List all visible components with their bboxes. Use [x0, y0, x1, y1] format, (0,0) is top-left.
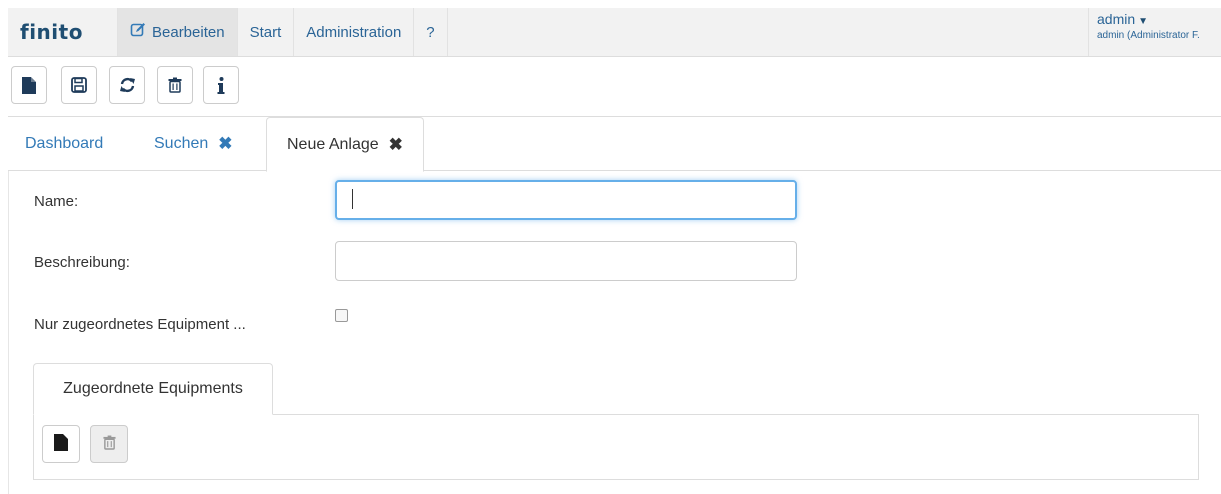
name-label: Name:	[34, 193, 79, 210]
close-icon[interactable]: ✖	[389, 135, 403, 155]
equipment-panel	[33, 414, 1199, 480]
top-navbar: finito Bearbeiten Start Administration ?…	[8, 8, 1221, 57]
content-border	[8, 171, 9, 494]
remove-equipment-button[interactable]	[90, 425, 128, 463]
delete-button[interactable]	[157, 66, 193, 104]
nav-bearbeiten-label: Bearbeiten	[152, 23, 225, 41]
trash-icon	[168, 77, 182, 93]
new-document-icon	[22, 76, 36, 94]
info-button[interactable]	[203, 66, 239, 104]
nav-help[interactable]: ?	[414, 8, 448, 56]
nav-administration-label: Administration	[306, 23, 402, 41]
tab-suchen[interactable]: Suchen ✖	[154, 117, 233, 171]
tab-suchen-label: Suchen	[154, 135, 209, 152]
nav-help-label: ?	[426, 23, 435, 41]
info-icon	[217, 76, 225, 94]
tab-neue-anlage[interactable]: Neue Anlage ✖	[266, 117, 424, 172]
only-assigned-label: Nur zugeordnetes Equipment ...	[34, 316, 246, 333]
tab-zugeordnete-equipments-label: Zugeordnete Equipments	[63, 380, 243, 397]
top-margin	[0, 0, 1221, 8]
edit-icon	[130, 22, 146, 42]
text-caret	[352, 189, 353, 209]
tab-neue-anlage-label: Neue Anlage	[287, 135, 379, 153]
refresh-icon	[119, 77, 136, 93]
save-button[interactable]	[61, 66, 97, 104]
nav-start-label: Start	[249, 23, 282, 41]
refresh-button[interactable]	[109, 66, 145, 104]
nav-bearbeiten[interactable]: Bearbeiten	[118, 8, 238, 56]
new-button[interactable]	[11, 66, 47, 104]
add-equipment-button[interactable]	[42, 425, 80, 463]
user-subtitle: admin (Administrator F.	[1097, 30, 1200, 41]
only-assigned-checkbox[interactable]	[335, 309, 348, 322]
trash-icon	[102, 435, 116, 454]
nav-start[interactable]: Start	[238, 8, 295, 56]
toolbar	[8, 57, 1221, 117]
tab-bar: Dashboard Suchen ✖ Neue Anlage ✖	[8, 117, 1221, 172]
user-name[interactable]: admin ▼	[1097, 12, 1221, 29]
new-document-icon	[54, 433, 68, 455]
description-label: Beschreibung:	[34, 254, 130, 271]
tab-zugeordnete-equipments[interactable]: Zugeordnete Equipments	[33, 363, 273, 415]
tab-dashboard[interactable]: Dashboard	[25, 117, 103, 171]
chevron-down-icon: ▼	[1138, 16, 1149, 27]
description-field[interactable]	[335, 241, 797, 281]
close-icon[interactable]: ✖	[218, 134, 232, 154]
navbar-spacer	[448, 8, 1088, 56]
save-icon	[71, 77, 87, 93]
name-field[interactable]	[335, 180, 797, 220]
user-name-label: admin	[1097, 11, 1136, 27]
user-menu[interactable]: admin ▼ admin (Administrator F.	[1088, 8, 1221, 56]
nav-administration[interactable]: Administration	[294, 8, 415, 56]
brand-logo[interactable]: finito	[8, 8, 118, 56]
tab-dashboard-label: Dashboard	[25, 135, 104, 152]
